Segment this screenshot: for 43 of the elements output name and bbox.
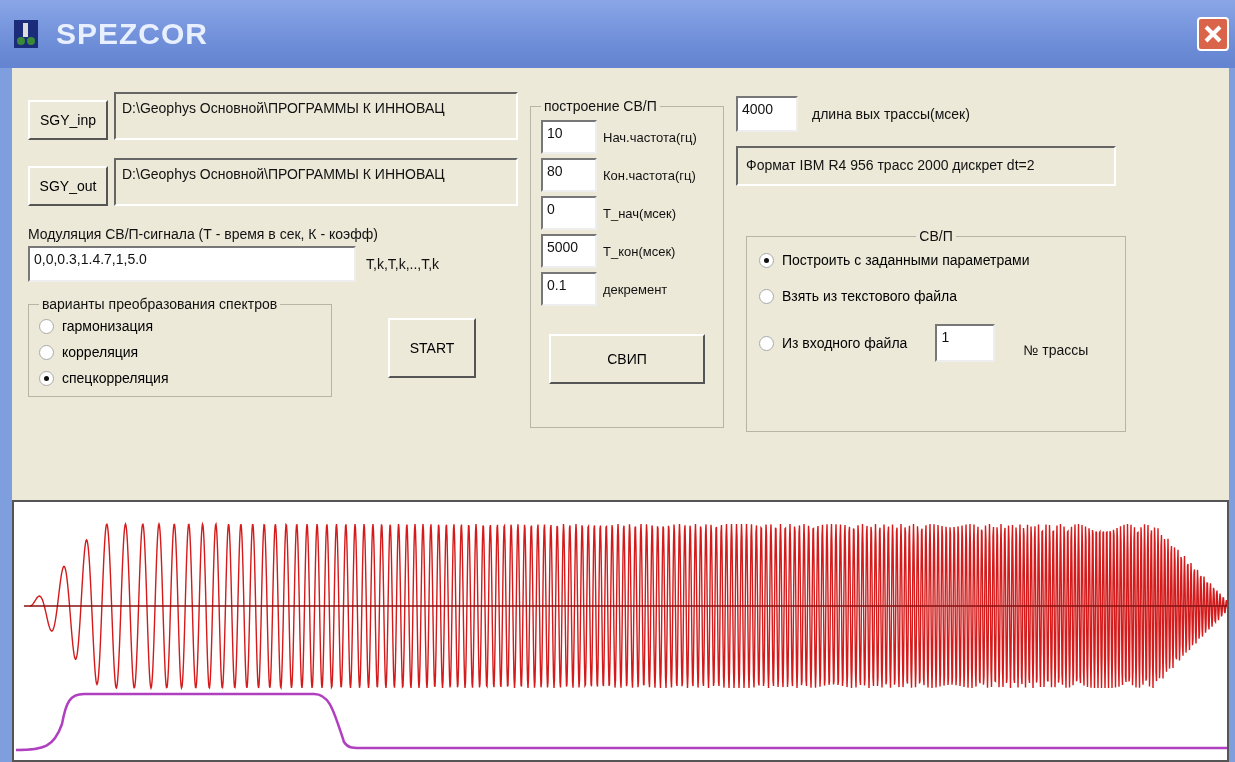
length-label: длина вых трассы(мсек) <box>812 106 970 122</box>
path-field[interactable]: D:\Geophys Основной\ПРОГРАММЫ К ИННОВАЦ <box>114 92 518 140</box>
field-label: T_кон(мсек) <box>603 243 676 259</box>
field-label: T_нач(мсек) <box>603 205 677 221</box>
format-info: Формат IBM R4 956 трасс 2000 дискрет dt=2 <box>736 146 1116 186</box>
sweep-button[interactable]: СВИП <box>549 334 705 384</box>
radio-option[interactable]: гармонизация <box>39 318 321 334</box>
radio-option[interactable]: корреляция <box>39 344 321 360</box>
radio-icon[interactable] <box>759 252 774 268</box>
group-title: СВ/П <box>918 228 954 244</box>
format-hint: T,k,T,k,..,T,k <box>366 256 440 272</box>
number-field[interactable]: 0.1 <box>541 272 597 306</box>
group-title: варианты преобразования спектров <box>41 296 279 312</box>
modulation-field[interactable]: 0,0,0.3,1.4.7,1,5.0 <box>28 246 356 282</box>
modulation-label: Модуляция СВ/П-сигнала (Т - время в сек, К - коэфф) <box>28 226 379 242</box>
start-button[interactable]: START <box>388 318 476 378</box>
radio-option[interactable]: Из входного файла <box>759 335 908 351</box>
window-title: SPEZCOR <box>56 17 209 51</box>
radio-icon[interactable] <box>759 335 774 351</box>
close-icon <box>1204 25 1222 43</box>
radio-option[interactable]: спецкорреляция <box>39 370 321 386</box>
radio-icon[interactable] <box>39 344 54 360</box>
radio-icon[interactable] <box>39 370 54 386</box>
field-label: Кон.частота(гц) <box>603 167 696 183</box>
field-label: декремент <box>603 281 668 297</box>
close-button[interactable] <box>1197 17 1229 51</box>
length-field[interactable]: 4000 <box>736 96 798 132</box>
field-label: Нач.частота(гц) <box>603 129 697 145</box>
radio-icon[interactable] <box>39 318 54 334</box>
radio-option[interactable]: Построить с заданными параметрами <box>759 252 1113 268</box>
radio-option[interactable]: Взять из текстового файла <box>759 288 1113 304</box>
number-field[interactable]: 5000 <box>541 234 597 268</box>
group-title: построение СВ/П <box>543 98 658 114</box>
path-field[interactable]: D:\Geophys Основной\ПРОГРАММЫ К ИННОВАЦ <box>114 158 518 206</box>
trace-number-field[interactable]: 1 <box>935 324 996 362</box>
file-button[interactable]: SGY_inp <box>28 100 108 140</box>
number-field[interactable]: 0 <box>541 196 597 230</box>
number-field[interactable]: 80 <box>541 158 597 192</box>
radio-icon[interactable] <box>759 288 774 304</box>
number-field[interactable]: 10 <box>541 120 597 154</box>
app-icon <box>14 20 38 48</box>
trace-label: № трассы <box>1023 342 1089 358</box>
file-button[interactable]: SGY_out <box>28 166 108 206</box>
